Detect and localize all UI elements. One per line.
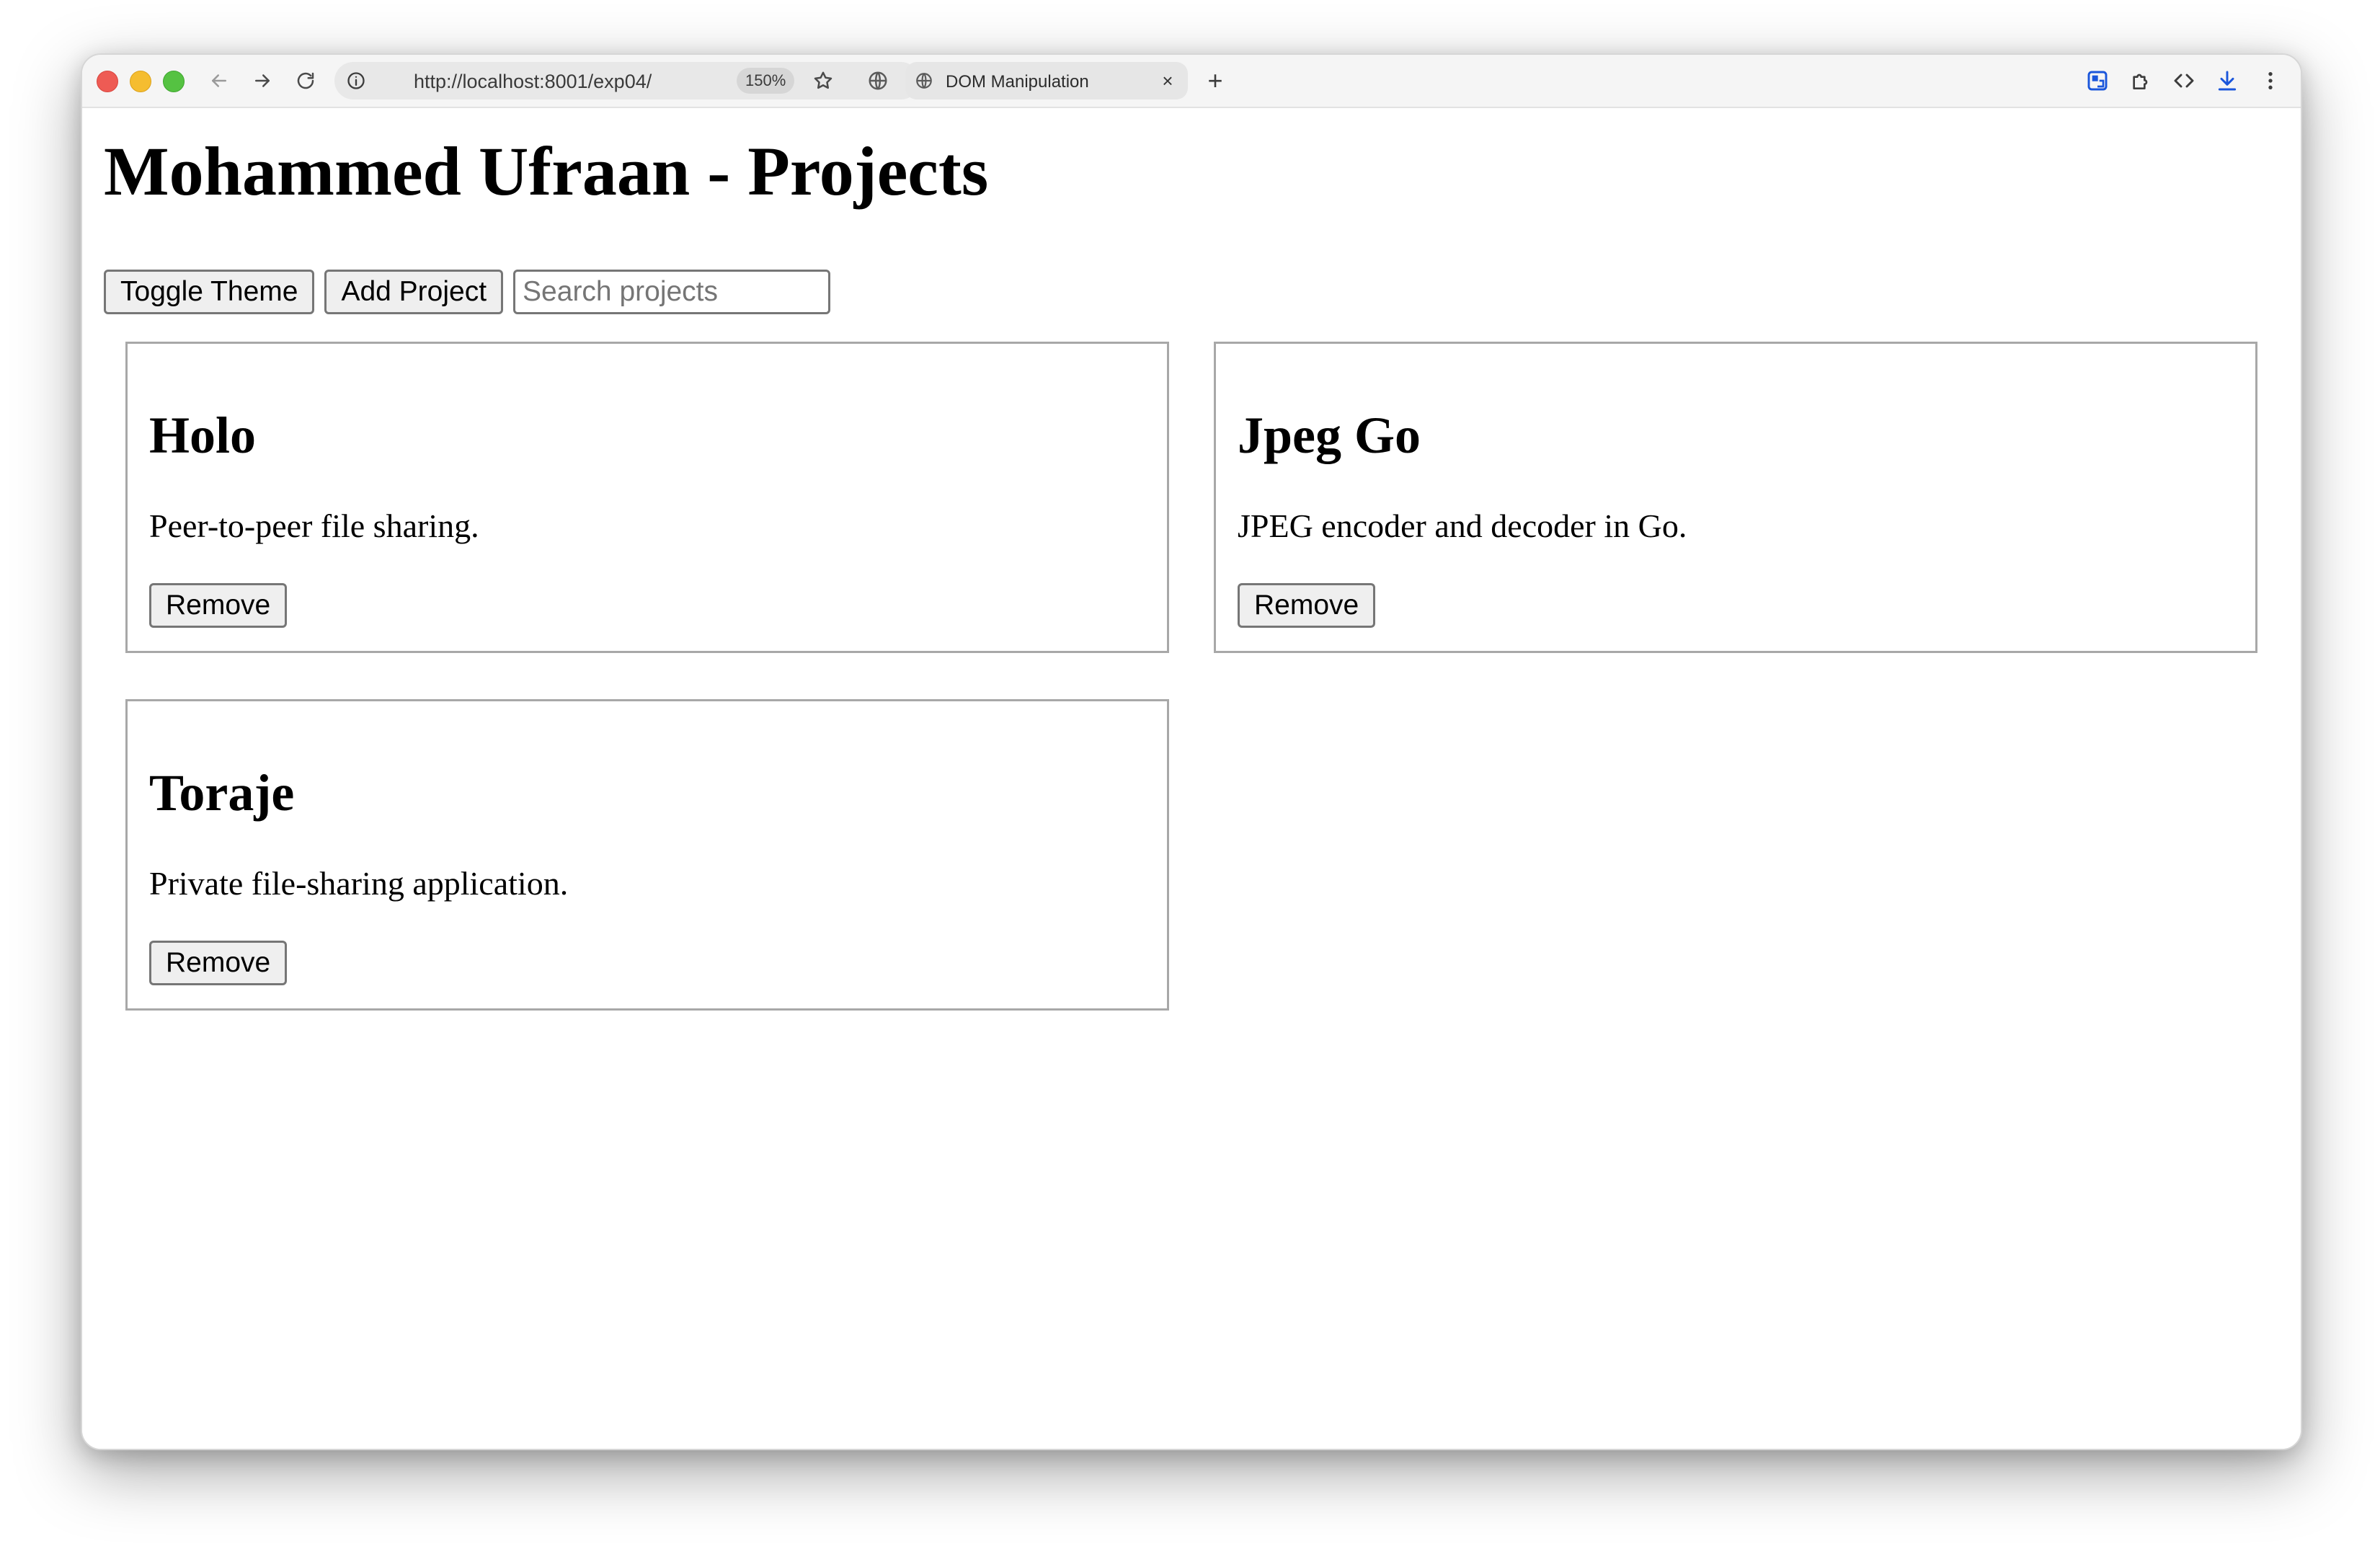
toggle-theme-button[interactable]: Toggle Theme bbox=[104, 270, 315, 314]
project-description: Private file-sharing application. bbox=[149, 865, 569, 902]
tab-title: DOM Manipulation bbox=[946, 72, 1089, 92]
kebab-menu-icon[interactable] bbox=[2255, 65, 2286, 97]
reload-button[interactable] bbox=[291, 66, 320, 95]
remove-project-button[interactable]: Remove bbox=[149, 941, 288, 985]
new-tab-button[interactable]: + bbox=[1199, 65, 1231, 97]
remove-project-button[interactable]: Remove bbox=[149, 583, 288, 628]
url-text[interactable]: http://localhost:8001/exp04/ bbox=[414, 71, 652, 93]
puzzle-icon[interactable] bbox=[2125, 65, 2157, 97]
forward-button[interactable] bbox=[248, 66, 277, 95]
close-window-button[interactable] bbox=[97, 71, 118, 92]
close-icon[interactable]: × bbox=[1158, 70, 1178, 92]
browser-window: http://localhost:8001/exp04/ 150% DOM Ma… bbox=[81, 53, 2302, 1450]
zoom-window-button[interactable] bbox=[163, 71, 185, 92]
download-icon[interactable] bbox=[2211, 65, 2243, 97]
zoom-level-badge[interactable]: 150% bbox=[737, 68, 795, 94]
remove-project-button[interactable]: Remove bbox=[1238, 583, 1376, 628]
project-description: Peer-to-peer file sharing. bbox=[149, 507, 479, 544]
browser-toolbar: http://localhost:8001/exp04/ 150% DOM Ma… bbox=[82, 55, 2301, 108]
address-bar[interactable]: http://localhost:8001/exp04/ 150% bbox=[334, 62, 920, 99]
code-brackets-icon[interactable] bbox=[2168, 65, 2200, 97]
project-title: Jpeg Go bbox=[1238, 407, 1421, 464]
project-title: Holo bbox=[149, 407, 257, 464]
project-card: Toraje Private file-sharing application.… bbox=[125, 699, 1169, 1011]
search-input[interactable] bbox=[513, 270, 831, 314]
project-card: Holo Peer-to-peer file sharing. Remove bbox=[125, 342, 1169, 653]
star-icon[interactable] bbox=[810, 68, 836, 94]
desktop-stage: http://localhost:8001/exp04/ 150% DOM Ma… bbox=[0, 0, 2380, 1554]
reload-icon bbox=[297, 72, 314, 89]
project-title: Toraje bbox=[149, 764, 295, 822]
minimize-window-button[interactable] bbox=[130, 71, 151, 92]
back-button[interactable] bbox=[205, 66, 234, 95]
project-card: Jpeg Go JPEG encoder and decoder in Go. … bbox=[1214, 342, 2257, 653]
page-title: Mohammed Ufraan - Projects bbox=[104, 133, 989, 210]
arrow-right-icon bbox=[255, 74, 270, 87]
add-project-button[interactable]: Add Project bbox=[324, 270, 504, 314]
controls-bar: Toggle Theme Add Project bbox=[104, 270, 831, 314]
globe-icon bbox=[914, 71, 934, 91]
arrow-left-icon bbox=[212, 74, 226, 87]
page-content: Mohammed Ufraan - Projects Toggle Theme … bbox=[82, 108, 2301, 1449]
tab-dom-manipulation[interactable]: DOM Manipulation × bbox=[905, 62, 1188, 99]
globe-icon[interactable] bbox=[862, 65, 894, 97]
info-circle-icon[interactable] bbox=[345, 69, 368, 92]
project-description: JPEG encoder and decoder in Go. bbox=[1238, 507, 1687, 544]
extension-badge-icon[interactable] bbox=[2082, 65, 2113, 97]
